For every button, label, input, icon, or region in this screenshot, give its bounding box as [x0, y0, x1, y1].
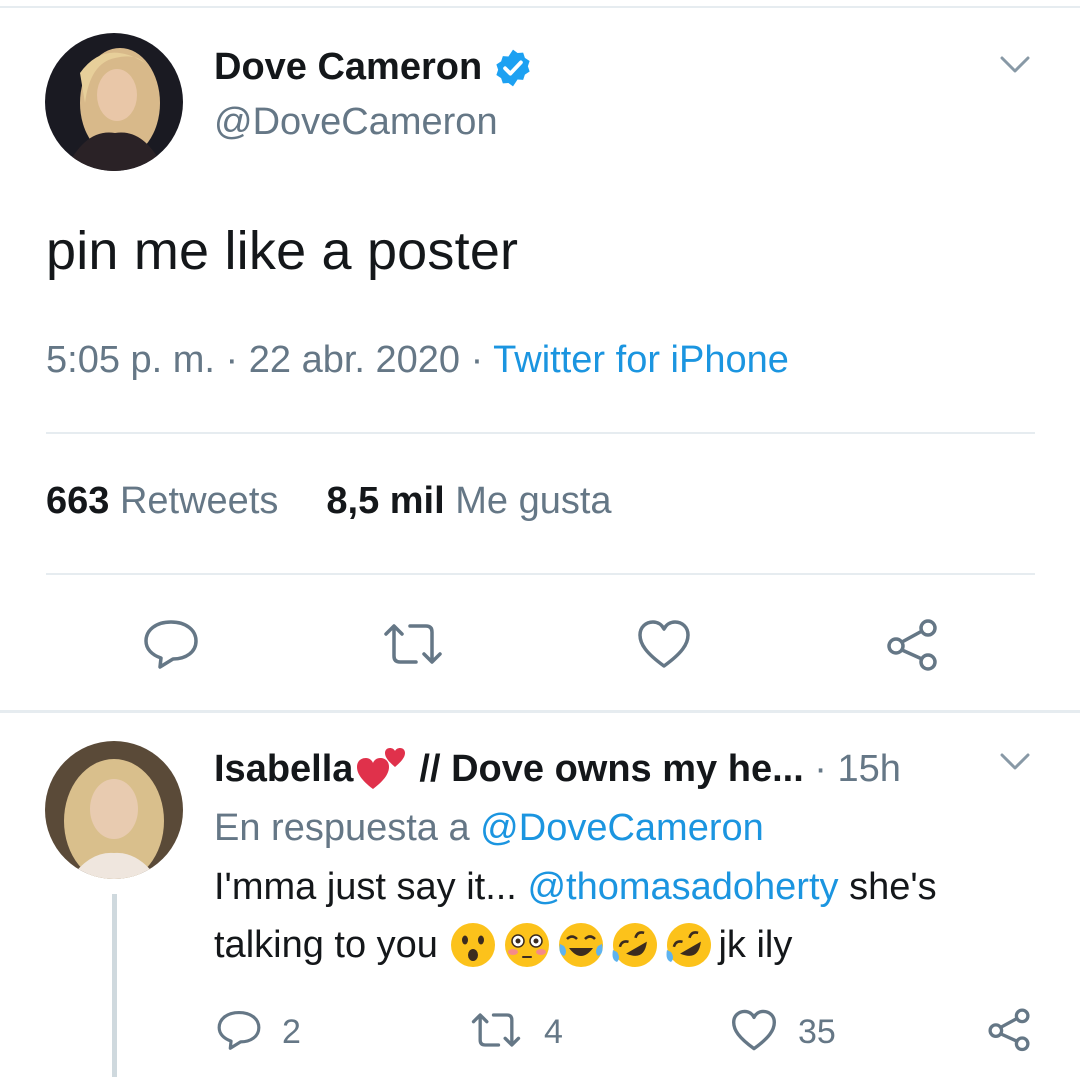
reply-like-count: 35: [798, 1013, 836, 1051]
reply-icon: [216, 1008, 262, 1057]
meta-separator: ·: [225, 339, 249, 381]
verified-badge-icon: [492, 47, 534, 89]
thread-line: [112, 894, 117, 1077]
likes-stat[interactable]: 8,5 mil Me gusta: [326, 480, 611, 522]
meta-separator: ·: [470, 339, 494, 381]
meta-separator: ·: [803, 747, 838, 790]
two-hearts-emoji-icon: [355, 745, 407, 793]
tears-of-joy-emoji-icon: [556, 920, 606, 970]
flushed-face-emoji-icon: [502, 920, 552, 970]
chevron-down-icon[interactable]: [1000, 752, 1030, 777]
reply-display-name[interactable]: Isabella: [214, 748, 353, 791]
retweet-label: Retweets: [119, 480, 279, 522]
reply-author-avatar[interactable]: [45, 741, 183, 879]
reply-like-button[interactable]: 35: [730, 1008, 836, 1057]
top-border: [0, 6, 1080, 8]
in-reply-to-mention[interactable]: @DoveCameron: [480, 807, 764, 849]
share-button[interactable]: [884, 616, 940, 677]
retweet-button[interactable]: [380, 620, 446, 673]
tweet-source-link[interactable]: Twitter for iPhone: [493, 339, 789, 381]
like-label: Me gusta: [455, 480, 612, 522]
like-button[interactable]: [636, 618, 692, 675]
share-icon: [986, 1006, 1032, 1057]
reply-button[interactable]: [142, 617, 200, 676]
tweet-stats: 663 Retweets 8,5 mil Me gusta: [46, 480, 612, 523]
retweet-count: 663: [46, 480, 110, 522]
reply-author-name[interactable]: Isabella // Dove owns my he... · 15h: [214, 745, 901, 793]
author-name[interactable]: Dove Cameron: [214, 46, 534, 89]
reply-share-button[interactable]: [986, 1006, 1032, 1057]
reply-text-part-1: I'mma just say it...: [214, 866, 517, 908]
like-icon: [730, 1008, 778, 1057]
reply-time[interactable]: 15h: [838, 748, 901, 791]
hushed-face-emoji-icon: [448, 920, 498, 970]
tweet-date: 22 abr. 2020: [248, 339, 461, 381]
retweet-icon: [468, 1010, 524, 1055]
like-icon: [636, 618, 692, 675]
reply-display-name-suffix[interactable]: // Dove owns my he...: [419, 748, 803, 791]
retweets-stat[interactable]: 663 Retweets: [46, 480, 278, 522]
tweet-text: pin me like a poster: [46, 221, 519, 281]
tweet-meta: 5:05 p. m. · 22 abr. 2020 · Twitter for …: [46, 339, 789, 382]
in-reply-to-label: En respuesta a: [214, 807, 470, 849]
reply-retweet-count: 4: [544, 1013, 563, 1051]
divider: [46, 432, 1035, 434]
like-count: 8,5 mil: [326, 480, 445, 522]
rofl-emoji-icon: [664, 920, 714, 970]
author-avatar[interactable]: [45, 33, 183, 171]
reply-mention[interactable]: @thomasadoherty: [527, 866, 838, 909]
in-reply-to: En respuesta a @DoveCameron: [214, 807, 764, 850]
reply-text-line-2-text: talking to you: [214, 923, 438, 966]
author-handle[interactable]: @DoveCameron: [214, 101, 498, 144]
reply-text-end: jk ily: [718, 923, 793, 966]
reply-text-line-1: I'mma just say it... @thomasadoherty she…: [214, 866, 937, 909]
chevron-down-icon[interactable]: [1000, 55, 1030, 80]
section-divider: [0, 710, 1080, 713]
reply-text-line-2: talking to you jk ily: [214, 920, 792, 970]
reply-retweet-button[interactable]: 4: [468, 1010, 563, 1055]
tweet-time: 5:05 p. m.: [46, 339, 215, 381]
divider: [46, 573, 1035, 575]
reply-icon: [142, 617, 200, 676]
reply-reply-button[interactable]: 2: [216, 1008, 301, 1057]
author-display-name[interactable]: Dove Cameron: [214, 46, 482, 89]
share-icon: [884, 616, 940, 677]
rofl-emoji-icon: [610, 920, 660, 970]
reply-reply-count: 2: [282, 1013, 301, 1051]
reply-text-part-2: she's: [849, 866, 937, 908]
retweet-icon: [380, 620, 446, 673]
